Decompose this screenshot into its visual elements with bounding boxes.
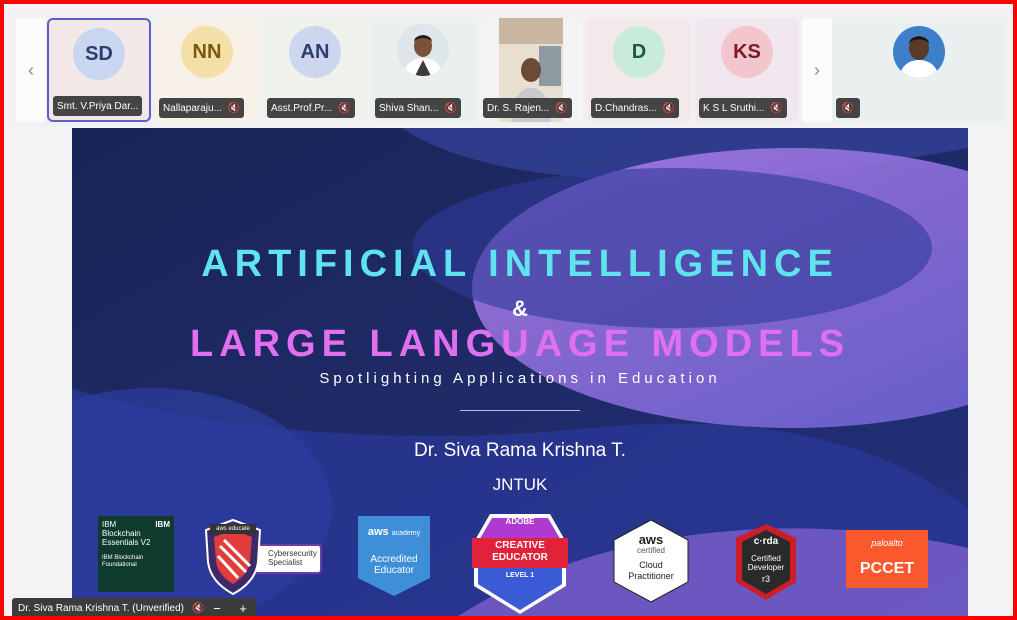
slide-title-line2: LARGE LANGUAGE MODELS [189, 323, 851, 365]
corda-certified-developer-badge: c·rda Certified Developer r3 [734, 522, 798, 602]
participant-name-tag: Nallaparaju... 🔇 [159, 98, 245, 118]
participant-name: Asst.Prof.Pr... [271, 102, 333, 114]
mic-muted-icon: 🔇 [444, 102, 457, 114]
participant-name-tag: K S L Sruthi... 🔇 [699, 98, 787, 118]
avatar: NN [181, 26, 233, 78]
mic-muted-icon: 🔇 [227, 102, 241, 114]
adobe-creative-educator-badge: ADOBE CREATIVE EDUCATOR LEVEL 1 [470, 512, 570, 616]
participant-name-tag: 🔇 [836, 98, 860, 118]
participant-tile[interactable]: KS K S L Sruthi... 🔇 [695, 18, 799, 122]
participant-name: Smt. V.Priya Dar... [57, 100, 139, 112]
chevron-right-icon: › [814, 59, 820, 80]
presenter-name: Dr. Siva Rama Krishna T. (Unverified) [18, 602, 184, 614]
participant-name: D.Chandras... [595, 102, 657, 114]
ibm-blockchain-badge: IBM IBM Blockchain Essentials V2 IBM Bloc… [98, 516, 174, 592]
slide-divider [460, 410, 580, 411]
mic-muted-icon: 🔇 [191, 602, 205, 614]
next-participants-button[interactable]: › [802, 18, 832, 122]
participant-name: Shiva Shan... [379, 102, 439, 114]
avatar: AN [289, 26, 341, 78]
participant-name-tag: Asst.Prof.Pr... 🔇 [267, 98, 355, 118]
participant-tile[interactable]: D D.Chandras... 🔇 [587, 18, 691, 122]
paloalto-pccet-badge: paloalto PCCET [846, 530, 928, 588]
participant-name-tag: Dr. S. Rajen... 🔇 [483, 98, 572, 118]
slide-presenter-name: Dr. Siva Rama Krishna T. [414, 440, 626, 461]
chevron-left-icon: ‹ [28, 59, 34, 80]
avatar-photo [892, 26, 945, 78]
mic-muted-icon: 🔇 [662, 102, 676, 114]
participant-name: Nallaparaju... [163, 102, 222, 114]
participant-name: K S L Sruthi... [703, 102, 765, 114]
aws-cloud-practitioner-badge: aws certified Cloud Practitioner [612, 518, 690, 604]
shared-slide: ARTIFICIAL INTELLIGENCE & LARGE LANGUAGE… [72, 128, 968, 620]
participant-name-tag: Smt. V.Priya Dar... [53, 96, 143, 116]
mic-muted-icon: 🔇 [555, 102, 568, 114]
slide-subtitle: Spotlighting Applications in Education [319, 370, 721, 387]
avatar: D [613, 26, 665, 78]
mic-muted-icon: 🔇 [770, 102, 783, 114]
slide-organization: JNTUK [492, 475, 548, 494]
cybersecurity-badge: Cybersecurity Specialist aws educate [202, 516, 324, 596]
mic-muted-icon: 🔇 [338, 102, 351, 114]
mic-muted-icon: 🔇 [841, 102, 855, 114]
zoom-in-button[interactable]: + [239, 601, 247, 616]
presenter-name-tag: Dr. Siva Rama Krishna T. (Unverified) 🔇 [12, 598, 211, 618]
participant-name: Dr. S. Rajen... [487, 102, 550, 114]
avatar: SD [73, 28, 125, 80]
zoom-out-button[interactable]: − [213, 601, 221, 616]
participant-tile[interactable]: 🔇 [832, 18, 1005, 122]
participant-video-tile[interactable]: Dr. S. Rajen... 🔇 [479, 18, 583, 122]
avatar: KS [721, 26, 773, 78]
avatar-photo [397, 24, 449, 76]
participant-tile[interactable]: Shiva Shan... 🔇 [371, 18, 475, 122]
participant-tile[interactable]: NN Nallaparaju... 🔇 [155, 18, 259, 122]
participant-name-tag: D.Chandras... 🔇 [591, 98, 680, 118]
prev-participants-button[interactable]: ‹ [16, 18, 46, 122]
participant-tile[interactable]: SD Smt. V.Priya Dar... [47, 18, 151, 122]
zoom-controls: − + [204, 598, 256, 618]
slide-title-line1: ARTIFICIAL INTELLIGENCE [201, 243, 839, 285]
slide-ampersand: & [512, 296, 528, 321]
participant-tile[interactable]: AN Asst.Prof.Pr... 🔇 [263, 18, 367, 122]
participant-name-tag: Shiva Shan... 🔇 [375, 98, 461, 118]
aws-academy-badge: aws academy Accredited Educator [358, 516, 430, 596]
